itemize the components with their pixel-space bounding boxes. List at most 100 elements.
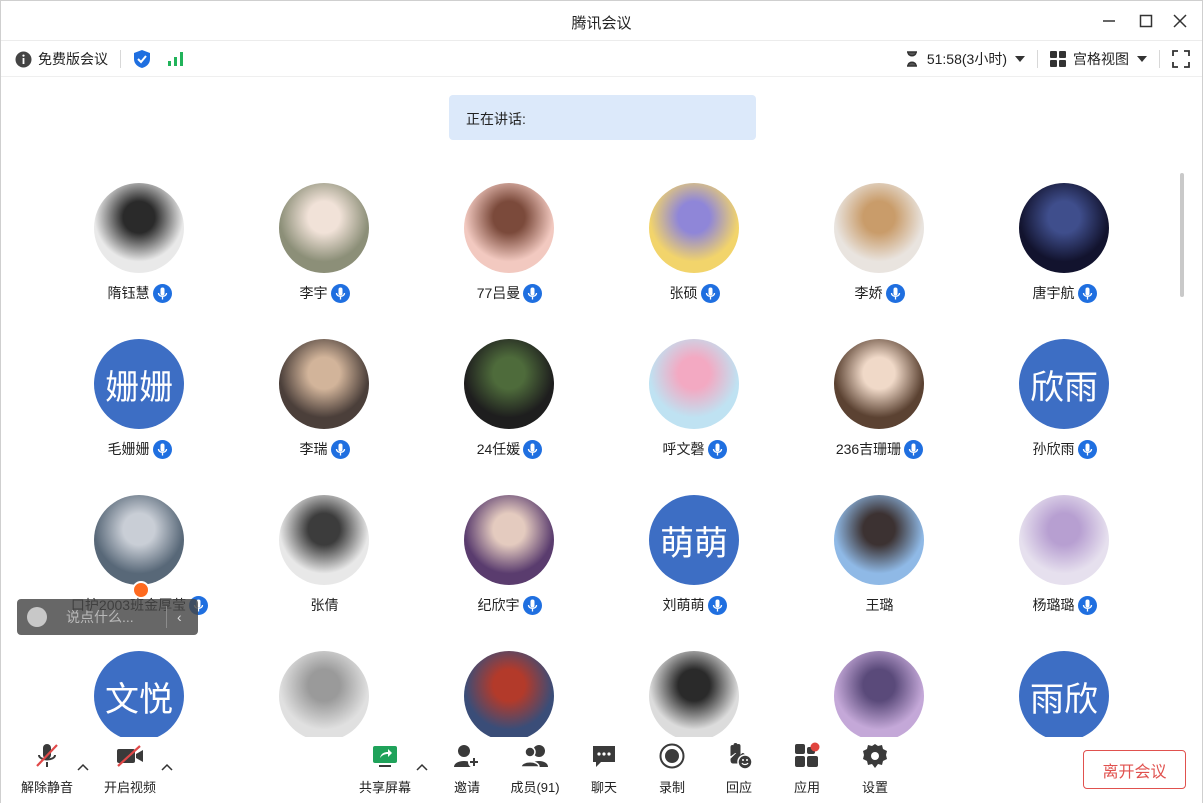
participant-tile[interactable]: 纪欣宇 — [417, 495, 602, 651]
participant-name-row: 24任媛 — [417, 439, 602, 459]
muted-microphone-icon — [36, 744, 58, 767]
gear-icon — [863, 744, 887, 768]
title-bar: 腾讯会议 — [1, 1, 1202, 41]
close-icon — [1173, 14, 1187, 28]
avatar-initials: 雨欣 — [1019, 651, 1109, 741]
grid-scrollbar[interactable] — [1180, 173, 1184, 297]
members-icon — [520, 745, 548, 768]
emoji-icon[interactable] — [27, 607, 47, 627]
participant-name: 李宇 — [299, 285, 328, 301]
participant-name-row: 李瑞 — [232, 439, 417, 459]
divider — [166, 606, 167, 628]
divider — [1159, 50, 1160, 68]
avatar — [1019, 183, 1109, 273]
avatar — [1019, 495, 1109, 585]
security-shield-icon[interactable] — [133, 49, 151, 69]
quick-chat-box[interactable]: 说点什么... ‹ — [17, 599, 198, 635]
minimize-icon — [1103, 20, 1115, 22]
maximize-button[interactable] — [1134, 9, 1158, 33]
participant-name-row: 隋钰慧 — [47, 283, 232, 303]
chat-input[interactable]: 说点什么... — [66, 607, 162, 627]
participant-tile[interactable]: 雨欣 — [972, 651, 1157, 743]
participant-tile[interactable]: 呼文磬 — [602, 339, 787, 495]
participant-tile[interactable]: 杨璐璐 — [972, 495, 1157, 651]
participant-name-row: 刘萌萌 — [602, 595, 787, 615]
close-button[interactable] — [1168, 9, 1192, 33]
view-mode-select[interactable]: 宫格视图 — [1073, 49, 1129, 69]
audio-options-chevron-up-icon[interactable] — [77, 763, 89, 771]
participant-tile[interactable]: 欣雨 孙欣雨 — [972, 339, 1157, 495]
hourglass-icon — [906, 51, 917, 67]
participant-name-row: 张硕 — [602, 283, 787, 303]
grid-view-icon — [1050, 51, 1066, 67]
participant-name: 24任媛 — [476, 441, 521, 457]
participant-tile[interactable]: 王璐 — [787, 495, 972, 651]
participant-name: 77吕曼 — [476, 285, 521, 301]
avatar — [279, 651, 369, 741]
record-button[interactable]: 录制 — [637, 741, 707, 801]
avatar-initials: 姗姗 — [94, 339, 184, 429]
participant-tile[interactable]: 唐宇航 — [972, 183, 1157, 339]
participant-tile[interactable]: 张倩 — [232, 495, 417, 651]
active-speaker-label: 正在讲话: — [466, 111, 526, 127]
view-chevron-down-icon[interactable] — [1137, 56, 1147, 62]
video-options-chevron-up-icon[interactable] — [161, 763, 173, 771]
participant-tile[interactable] — [787, 651, 972, 743]
invite-button[interactable]: 邀请 — [432, 741, 502, 801]
participant-tile[interactable]: 张硕 — [602, 183, 787, 339]
avatar — [464, 495, 554, 585]
speaking-microphone-icon — [1077, 439, 1097, 459]
participant-name: 孙欣雨 — [1032, 441, 1075, 457]
avatar — [464, 183, 554, 273]
reactions-button[interactable]: 回应 — [704, 741, 774, 801]
speaking-microphone-icon — [707, 595, 727, 615]
speaking-microphone-icon — [700, 283, 720, 303]
participant-name: 纪欣宇 — [477, 597, 520, 613]
signal-strength-icon[interactable] — [167, 51, 185, 67]
avatar — [834, 339, 924, 429]
participant-tile[interactable]: 236吉珊珊 — [787, 339, 972, 495]
collapse-chat-button[interactable]: ‹ — [177, 609, 182, 625]
participant-tile[interactable]: 李宇 — [232, 183, 417, 339]
avatar — [834, 651, 924, 741]
apps-button[interactable]: 应用 — [772, 741, 842, 801]
participant-tile[interactable]: 77吕曼 — [417, 183, 602, 339]
fullscreen-icon[interactable] — [1172, 50, 1190, 68]
participant-tile[interactable]: 隋钰慧 — [47, 183, 232, 339]
raise-hand-icon — [730, 743, 753, 770]
avatar — [649, 183, 739, 273]
unmute-button[interactable]: 解除静音 — [12, 741, 82, 801]
divider — [120, 50, 121, 68]
leave-meeting-button[interactable]: 离开会议 — [1083, 750, 1186, 789]
share-options-chevron-up-icon[interactable] — [416, 763, 428, 771]
avatar-initials: 萌萌 — [649, 495, 739, 585]
participant-tile[interactable] — [417, 651, 602, 743]
start-video-button[interactable]: 开启视频 — [95, 741, 165, 801]
participant-tile[interactable]: 姗姗 毛姗姗 — [47, 339, 232, 495]
participant-name: 呼文磬 — [662, 441, 705, 457]
speaking-microphone-icon — [152, 439, 172, 459]
members-button[interactable]: 成员(91) — [500, 741, 570, 801]
minimize-button[interactable] — [1097, 9, 1121, 33]
participant-name-row: 杨璐璐 — [972, 595, 1157, 615]
apps-label: 应用 — [793, 780, 820, 795]
participant-tile[interactable]: 萌萌刘萌萌 — [602, 495, 787, 651]
participant-tile[interactable]: 李瑞 — [232, 339, 417, 495]
participant-tile[interactable]: 文悦 — [47, 651, 232, 743]
participant-tile[interactable]: 24任媛 — [417, 339, 602, 495]
avatar — [649, 651, 739, 741]
unmute-label: 解除静音 — [20, 780, 73, 795]
edition-label[interactable]: 免费版会议 — [38, 49, 108, 69]
participant-tile[interactable] — [602, 651, 787, 743]
maximize-icon — [1139, 14, 1153, 28]
meeting-timer[interactable]: 51:58(3小时) — [927, 49, 1007, 69]
share-screen-button[interactable]: 共享屏幕 — [350, 741, 420, 801]
participant-name: 刘萌萌 — [662, 597, 705, 613]
info-icon[interactable] — [15, 51, 32, 68]
participant-tile[interactable]: 李娇 — [787, 183, 972, 339]
settings-button[interactable]: 设置 — [840, 741, 910, 801]
apps-icon — [795, 742, 820, 767]
participant-tile[interactable] — [232, 651, 417, 743]
chat-button[interactable]: 聊天 — [569, 741, 639, 801]
timer-chevron-down-icon[interactable] — [1015, 56, 1025, 62]
